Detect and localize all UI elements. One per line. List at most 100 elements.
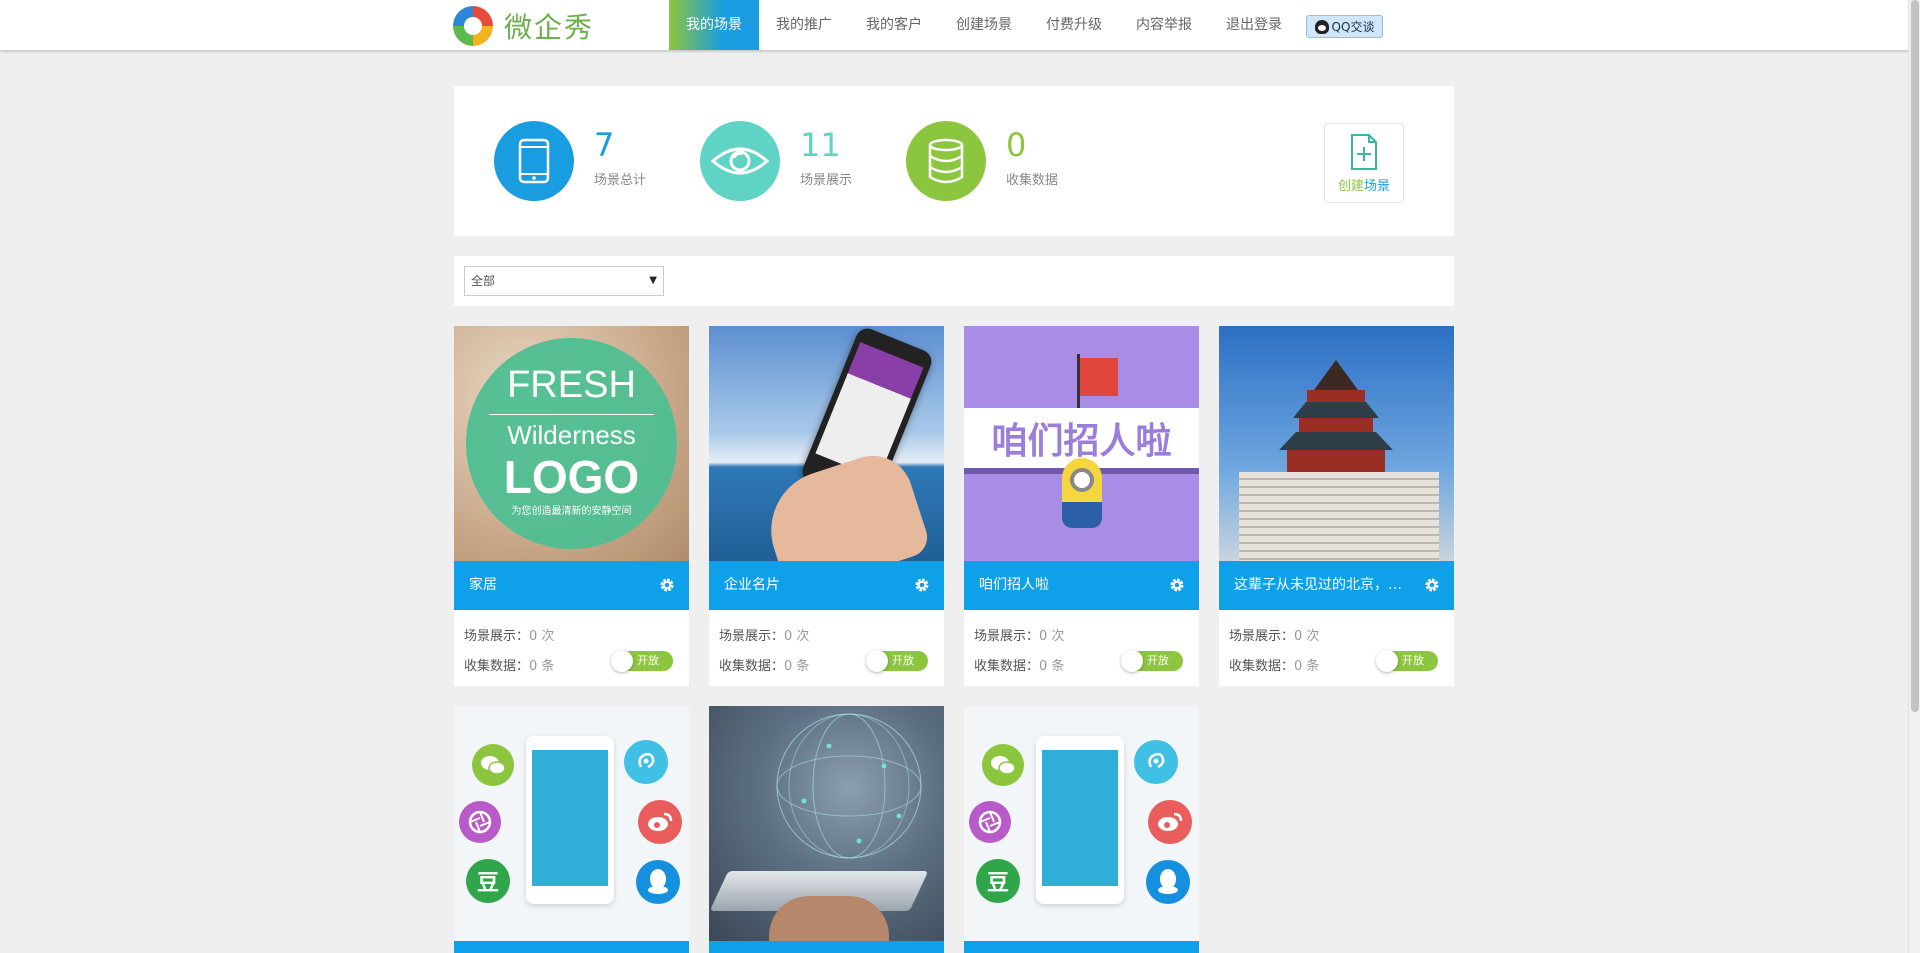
temple-roof-top [1314, 360, 1358, 390]
scene-thumbnail[interactable]: 咱们招人啦 [964, 326, 1199, 561]
scene-thumbnail[interactable]: 豆 [454, 706, 689, 941]
thumb-logo-text: LOGO [503, 451, 640, 503]
qq-icon [636, 860, 680, 904]
scene-thumbnail[interactable] [709, 326, 944, 561]
scrollbar-thumb[interactable] [1911, 0, 1919, 712]
scene-thumbnail[interactable]: FRESH Wilderness LOGO 为您创造最清新的安静空间 [454, 326, 689, 561]
phone-icon [494, 121, 574, 201]
scene-stats: 场景展示：0 次 收集数据：0 条 [719, 629, 810, 674]
scene-card[interactable]: 这辈子从未见过的北京，你一定要看 场景展示：0 次 收集数据：0 条 开放 [1219, 326, 1454, 686]
temple-terrace-graphic [1239, 472, 1439, 561]
nav-logout[interactable]: 退出登录 [1209, 0, 1299, 50]
logo-icon [453, 6, 493, 46]
phone-graphic [1036, 736, 1124, 904]
nav-my-scenes[interactable]: 我的场景 [669, 0, 759, 50]
new-file-icon [1351, 134, 1377, 170]
scene-title[interactable]: 企业名片 [724, 561, 904, 610]
nav-my-customers[interactable]: 我的客户 [849, 0, 939, 50]
audio-icon [1134, 740, 1178, 784]
scene-data-count: 0 条 [1294, 659, 1320, 674]
scene-card-bar: 家居 [454, 561, 689, 610]
aperture-icon [459, 801, 501, 843]
publish-toggle[interactable]: 开放 [611, 650, 673, 672]
scene-card[interactable]: 企业名片 场景展示：0 次 收集数据：0 条 开放 [709, 326, 944, 686]
hand-graphic [755, 445, 933, 561]
wechat-icon [982, 744, 1024, 786]
wechat-icon [472, 744, 514, 786]
scene-card-bar [709, 941, 944, 953]
scene-views-count: 0 次 [784, 629, 810, 644]
scene-data-count: 0 条 [1039, 659, 1065, 674]
douban-icon: 豆 [466, 859, 510, 903]
page-scrollbar[interactable] [1908, 0, 1920, 953]
scene-data-count: 0 条 [784, 659, 810, 674]
scene-thumbnail[interactable] [709, 706, 944, 941]
scene-stats: 场景展示：0 次 收集数据：0 条 [464, 629, 555, 674]
qq-chat-button[interactable]: QQ交谈 [1306, 15, 1383, 38]
scene-card-bar [964, 941, 1199, 953]
weibo-icon [1148, 800, 1192, 844]
qq-icon [1146, 860, 1190, 904]
scene-data-count: 0 条 [529, 659, 555, 674]
scene-card[interactable]: 豆 [964, 706, 1199, 953]
scene-card-bar: 咱们招人啦 [964, 561, 1199, 610]
database-icon [906, 121, 986, 201]
douban-icon: 豆 [976, 859, 1020, 903]
gear-icon[interactable] [914, 577, 930, 593]
scene-card[interactable] [709, 706, 944, 953]
audio-icon [624, 740, 668, 784]
scene-title[interactable]: 这辈子从未见过的北京，你一定要看 [1234, 561, 1414, 610]
scene-views-value: 11 [800, 126, 841, 164]
gear-icon[interactable] [1169, 577, 1185, 593]
scene-card[interactable]: FRESH Wilderness LOGO 为您创造最清新的安静空间 家居 场景… [454, 326, 689, 686]
gear-icon[interactable] [659, 577, 675, 593]
publish-toggle[interactable]: 开放 [866, 650, 928, 672]
create-scene-label: 创建场景 [1337, 179, 1391, 194]
publish-toggle[interactable]: 开放 [1121, 650, 1183, 672]
scene-views-label: 场景展示 [800, 173, 853, 188]
collected-data-value: 0 [1006, 126, 1027, 164]
scene-thumbnail[interactable] [1219, 326, 1454, 561]
scene-thumbnail[interactable]: 豆 [964, 706, 1199, 941]
brand-name: 微企秀 [504, 11, 595, 44]
thumb-wilderness-text: Wilderness [507, 420, 636, 450]
thumb-recruit-text: 咱们招人啦 [991, 421, 1172, 462]
scene-views-count: 0 次 [1294, 629, 1320, 644]
scene-category-select[interactable]: 全部 ▼ [464, 266, 664, 296]
top-navbar: 微企秀 我的场景 我的推广 我的客户 创建场景 付费升级 内容举报 退出登录 Q… [0, 0, 1908, 50]
nav-my-promotion[interactable]: 我的推广 [759, 0, 849, 50]
scene-title[interactable]: 咱们招人啦 [979, 561, 1159, 610]
filter-bar: 全部 ▼ [454, 256, 1454, 306]
scene-card-bar: 企业名片 [709, 561, 944, 610]
scene-views-count: 0 次 [1039, 629, 1065, 644]
dropdown-arrow-icon: ▼ [649, 275, 657, 286]
scene-stats: 场景展示：0 次 收集数据：0 条 [1229, 629, 1320, 674]
publish-toggle[interactable]: 开放 [1376, 650, 1438, 672]
flag-graphic [1080, 358, 1118, 396]
stats-panel: 7 场景总计 11 场景展示 0 收集数据 创建场景 [454, 86, 1454, 236]
create-scene-button[interactable]: 创建场景 [1324, 123, 1404, 203]
weibo-icon [638, 800, 682, 844]
nav-create-scene[interactable]: 创建场景 [939, 0, 1029, 50]
scene-category-value: 全部 [471, 274, 496, 288]
scene-card-bar: 这辈子从未见过的北京，你一定要看 [1219, 561, 1454, 610]
gear-icon[interactable] [1424, 577, 1440, 593]
scene-card[interactable]: 咱们招人啦 咱们招人啦 场景展示：0 次 收集数据：0 条 开放 [964, 326, 1199, 686]
collected-data-label: 收集数据 [1006, 173, 1059, 188]
nav-upgrade[interactable]: 付费升级 [1029, 0, 1119, 50]
nav-report[interactable]: 内容举报 [1119, 0, 1209, 50]
minion-graphic [1062, 458, 1102, 528]
qq-chat-label: QQ交谈 [1331, 20, 1375, 34]
thumb-slogan-text: 为您创造最清新的安静空间 [511, 506, 632, 517]
scene-total-label: 场景总计 [594, 173, 647, 188]
scene-card-bar [454, 941, 689, 953]
qq-penguin-icon [1314, 19, 1329, 34]
brand-logo[interactable]: 微企秀 [453, 6, 594, 46]
divider [489, 414, 654, 415]
main-nav: 我的场景 我的推广 我的客户 创建场景 付费升级 内容举报 退出登录 [669, 0, 1299, 50]
scene-views-count: 0 次 [529, 629, 555, 644]
hand-graphic [769, 896, 889, 941]
scene-card[interactable]: 豆 [454, 706, 689, 953]
scene-stats: 场景展示：0 次 收集数据：0 条 [974, 629, 1065, 674]
scene-title[interactable]: 家居 [469, 561, 649, 610]
